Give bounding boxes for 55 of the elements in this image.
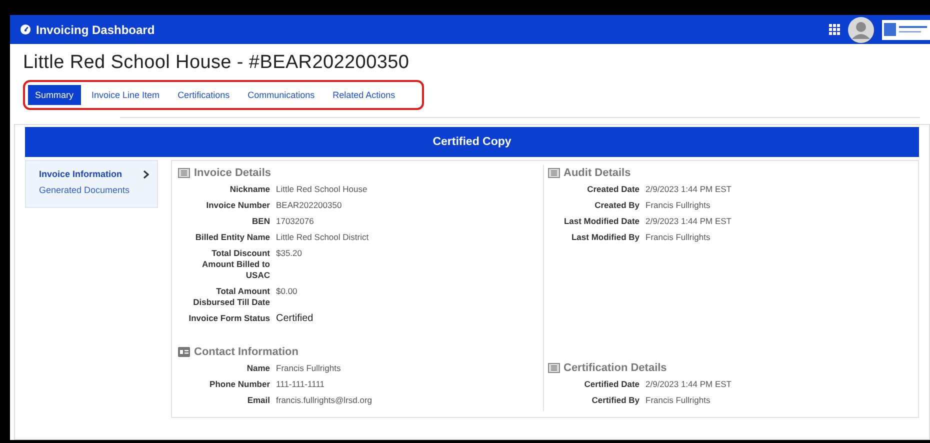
- sidebar-item[interactable]: Invoice Information: [26, 167, 157, 181]
- field-label: Created Date: [586, 184, 640, 195]
- section-title: Audit Details: [564, 167, 631, 179]
- field-value: Little Red School House: [276, 184, 368, 195]
- field-value: 2/9/2023 1:44 PM EST: [646, 379, 732, 390]
- field-label: Billed Entity Name: [194, 232, 270, 243]
- avatar-icon[interactable]: [848, 16, 874, 42]
- field-label: Total Discount Amount Billed to USAC: [201, 248, 270, 281]
- section-title: Contact Information: [194, 346, 298, 358]
- field-value: Little Red School District: [276, 232, 369, 243]
- field-label: BEN: [251, 216, 270, 227]
- field-label: Name: [246, 363, 270, 374]
- field-label: Last Modified Date: [562, 216, 640, 227]
- app-title: Invoicing Dashboard: [36, 22, 155, 36]
- tab[interactable]: Invoice Line Item: [84, 85, 167, 105]
- field-value: Francis Fullrights: [276, 363, 341, 374]
- field-label: Certified Date: [583, 379, 640, 390]
- tab[interactable]: Communications: [240, 85, 322, 105]
- field-value: BEAR202200350: [276, 200, 342, 211]
- field-label: Certified By: [590, 395, 640, 406]
- logo-icon: [882, 20, 930, 40]
- list-icon: [548, 168, 560, 178]
- tab[interactable]: Related Actions: [326, 85, 402, 105]
- field-label: Invoice Form Status: [188, 313, 270, 324]
- field-label: Email: [246, 395, 270, 406]
- field-value: 17032076: [276, 216, 314, 227]
- dashboard-icon: [20, 24, 31, 35]
- contact-card-icon: [178, 347, 190, 357]
- field-value: $0.00: [276, 286, 298, 298]
- field-value: 111-111-1111: [276, 379, 325, 390]
- tab[interactable]: Summary: [28, 85, 81, 105]
- field-value: Certified: [276, 313, 314, 324]
- list-icon: [178, 168, 190, 178]
- field-value: Francis Fullrights: [646, 395, 710, 406]
- field-label: Invoice Number: [205, 200, 270, 211]
- field-label: Total Amount Disbursed Till Date: [192, 286, 270, 308]
- field-label: Created By: [594, 200, 640, 211]
- field-label: Last Modified By: [570, 232, 640, 243]
- tab[interactable]: Certifications: [170, 85, 237, 105]
- apps-grid-icon[interactable]: [829, 24, 840, 35]
- page-title: Little Red School House - #BEAR202200350: [23, 52, 410, 74]
- sidebar-item[interactable]: Generated Documents: [26, 183, 157, 197]
- field-value: francis.fullrights@lrsd.org: [276, 395, 372, 406]
- section-title: Certification Details: [564, 362, 667, 374]
- list-icon: [548, 363, 560, 373]
- field-value: 2/9/2023 1:44 PM EST: [646, 216, 732, 227]
- field-label: Nickname: [228, 184, 270, 195]
- banner: Certified Copy: [25, 127, 919, 157]
- field-value: Francis Fullrights: [646, 232, 710, 243]
- field-label: Phone Number: [208, 379, 270, 390]
- field-value: $35.20: [276, 248, 302, 260]
- section-title: Invoice Details: [194, 167, 272, 179]
- chevron-icon: [143, 170, 149, 178]
- field-value: Francis Fullrights: [646, 200, 710, 211]
- field-value: 2/9/2023 1:44 PM EST: [646, 184, 732, 195]
